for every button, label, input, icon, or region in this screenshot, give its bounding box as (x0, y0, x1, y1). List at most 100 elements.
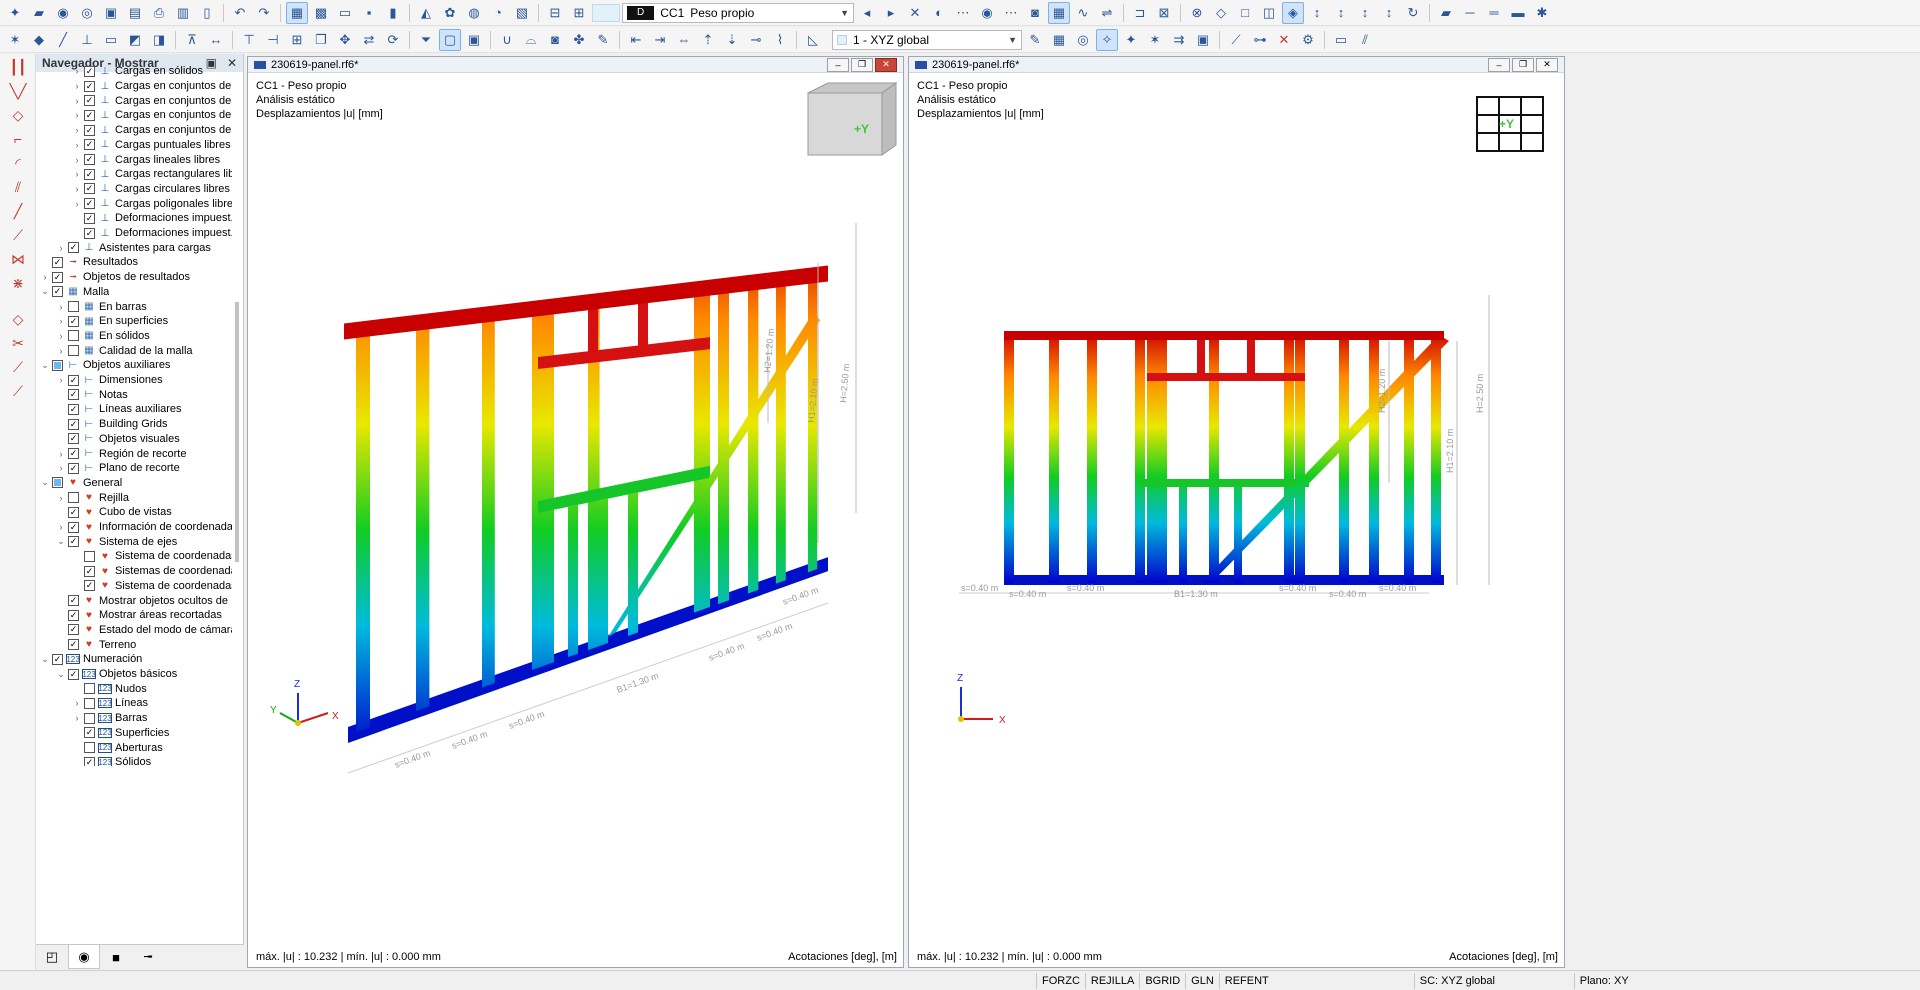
status-toggle-bgrid[interactable]: BGRID (1139, 972, 1185, 989)
tree-item[interactable]: 123 Nudos (72, 681, 147, 696)
tab-results-icon[interactable]: ╼ (132, 945, 164, 969)
checkbox[interactable] (68, 345, 79, 357)
move-icon[interactable]: ✥ (334, 29, 356, 51)
tree-item[interactable]: ✓ ♥ Estado del modo de cámara ... (56, 623, 232, 638)
script-icon[interactable]: ▪ (358, 2, 380, 24)
checkbox[interactable] (84, 550, 95, 562)
calc-icon[interactable]: ▧ (511, 2, 533, 24)
tree-item[interactable]: › ✓ ⊥ Asistentes para cargas (56, 240, 211, 255)
arc-tool-icon[interactable]: ◜ (4, 152, 32, 174)
comment-icon[interactable]: ◔ (487, 2, 509, 24)
checkbox[interactable]: ✓ (84, 183, 95, 195)
checkbox[interactable]: ✓ (68, 521, 79, 533)
tool-extra-icon[interactable]: ⫽ (1354, 29, 1376, 51)
tree-item[interactable]: ✓ ⊢ Notas (56, 387, 128, 402)
filter-icon[interactable]: ⏷ (415, 29, 437, 51)
expand-icon[interactable]: › (72, 184, 82, 194)
display-mode-icon[interactable]: ▦ (1048, 1, 1070, 24)
view-iso-icon[interactable]: ◇ (1210, 2, 1232, 24)
hide-icon[interactable]: ✕ (904, 2, 926, 24)
tree-item[interactable]: ✓ ♥ Cubo de vistas (56, 505, 172, 520)
view-side-icon[interactable]: ◫ (1258, 2, 1280, 24)
shape-icon[interactable]: ⌓ (520, 29, 542, 51)
tree-item[interactable]: ✓ ⊢ Building Grids (56, 417, 167, 432)
expand-icon[interactable]: › (56, 493, 66, 503)
guide2-icon[interactable]: ⇉ (1168, 29, 1190, 51)
checkbox[interactable]: ✓ (68, 403, 79, 415)
checkbox[interactable] (84, 742, 95, 754)
expand-icon[interactable]: › (40, 272, 50, 282)
axis-x-icon[interactable]: ↕ (1306, 2, 1328, 24)
plant-icon[interactable]: ✤ (568, 29, 590, 51)
checkbox[interactable]: ✓ (68, 389, 79, 401)
results-toggle-icon[interactable]: ⊞ (568, 2, 590, 24)
surface-icon[interactable]: ▭ (100, 29, 122, 51)
results-icon[interactable]: ⊟ (544, 2, 566, 24)
checkbox[interactable]: ✓ (84, 212, 95, 224)
checkbox[interactable]: ✓ (84, 756, 95, 766)
expand-icon[interactable]: › (72, 155, 82, 165)
tree-item[interactable]: ✓ ⊢ Objetos visuales (56, 432, 180, 447)
dimension-icon[interactable]: ↔ (205, 29, 227, 51)
tree-item[interactable]: ⌄ ✓ ▦ Malla (40, 285, 109, 300)
checkbox[interactable]: ✓ (68, 639, 79, 651)
line-style-icon[interactable]: ═ (1483, 2, 1505, 24)
checkbox[interactable]: ✓ (68, 609, 79, 621)
redo-icon[interactable]: ↷ (253, 2, 275, 24)
checkbox[interactable]: ✓ (68, 315, 79, 327)
checkbox[interactable]: ✓ (84, 727, 95, 739)
delete-snap-icon[interactable]: ✶ (1144, 29, 1166, 51)
surface-tool-icon[interactable]: ◇ (4, 308, 32, 330)
view-window-3d[interactable]: 230619-panel.rf6* – ❐ ✕ H=2.50 m H1=2.10 … (247, 56, 904, 968)
tree-item[interactable]: ⌄ ⊢ Objetos auxiliares (40, 358, 170, 373)
expand-icon[interactable]: › (72, 110, 82, 120)
pen-icon[interactable]: ✎ (592, 29, 614, 51)
tree-item[interactable]: ✓ ⊥ Deformaciones impuest... (72, 211, 232, 226)
checkbox[interactable]: ✓ (68, 242, 79, 254)
tree-item[interactable]: ✓ ╼ Resultados (40, 255, 138, 270)
link-icon[interactable]: ⊸ (745, 29, 767, 51)
workplane-icon[interactable]: ✧ (1096, 28, 1118, 51)
polyline-tool-icon[interactable]: ⌐ (4, 128, 32, 150)
tree-item[interactable]: ⌄ ✓ 123 Objetos básicos (56, 667, 177, 682)
frame-icon[interactable]: ▢ (439, 28, 461, 51)
close-button[interactable]: ✕ (875, 57, 897, 72)
checkbox[interactable]: ✓ (84, 124, 95, 136)
grid-table-icon[interactable]: ▩ (310, 2, 332, 24)
tree-item[interactable]: ✓ ⊢ Líneas auxiliares (56, 402, 182, 417)
expand-icon[interactable]: › (72, 96, 82, 106)
tree-item[interactable]: ✓ ⊥ Deformaciones impuest... (72, 226, 232, 241)
node-tool-icon[interactable]: ⋇ (4, 272, 32, 294)
tree-item[interactable]: › ✓ ⊥ Cargas poligonales libres (72, 196, 233, 211)
strut-tool-icon[interactable]: ╲╱ (4, 80, 32, 102)
collapse-icon[interactable]: ⌄ (40, 286, 50, 297)
view-window-front[interactable]: 230619-panel.rf6* – ❐ ✕ H=2.50 m H1=2.10 … (908, 56, 1565, 968)
expand-icon[interactable]: › (72, 140, 82, 150)
split-tool-icon[interactable]: ⟋ (4, 380, 32, 402)
checkbox[interactable]: ✓ (68, 448, 79, 460)
tree-item[interactable]: › ✓ ⊢ Plano de recorte (56, 461, 180, 476)
snap-point-icon[interactable]: ◎ (1072, 29, 1094, 51)
scale-icon[interactable]: ⇌ (1096, 2, 1118, 24)
curve-icon[interactable]: ∪ (496, 29, 518, 51)
section-icon[interactable]: ⊐ (1129, 2, 1151, 24)
chart-icon[interactable]: ◺ (802, 29, 824, 51)
restore-button[interactable]: ❐ (851, 57, 873, 72)
parallel-tool-icon[interactable]: ⫽ (4, 176, 32, 198)
measure-icon[interactable]: ⟋ (1225, 29, 1247, 51)
tree-item[interactable]: › ✓ ⊥ Cargas circulares libres (72, 182, 230, 197)
model-icon[interactable]: ▣ (100, 2, 122, 24)
line-icon[interactable]: ╱ (52, 29, 74, 51)
checkbox[interactable] (68, 301, 79, 313)
camera-icon[interactable]: ◙ (544, 29, 566, 51)
checkbox[interactable]: ✓ (84, 95, 95, 107)
expand-icon[interactable]: › (72, 169, 82, 179)
mirror-icon[interactable]: ⇄ (358, 29, 380, 51)
diagonal-tool-icon[interactable]: ╱ (4, 200, 32, 222)
truss-tool-icon[interactable]: ⋈ (4, 248, 32, 270)
checkbox[interactable]: ✓ (84, 139, 95, 151)
tree-item[interactable]: › ✓ ⊥ Cargas puntuales libres (72, 138, 231, 153)
chain-icon[interactable]: ⊶ (1249, 29, 1271, 51)
expand-icon[interactable]: › (72, 713, 82, 723)
undo-icon[interactable]: ↶ (229, 2, 251, 24)
